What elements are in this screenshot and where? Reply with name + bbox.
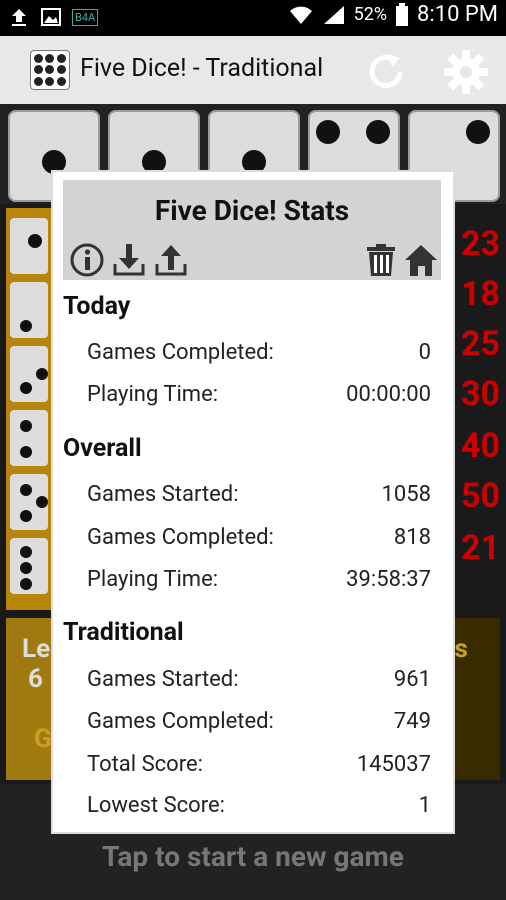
stat-label: Playing Time:: [87, 567, 219, 592]
stat-row: Games Completed: 749: [87, 709, 431, 734]
wifi-icon: [289, 6, 312, 24]
stat-label: Games Completed:: [87, 340, 274, 365]
stat-label: Games Completed:: [87, 525, 274, 550]
stat-row: Total Score: 145037: [87, 752, 431, 777]
stat-label: Lowest Score:: [87, 793, 225, 818]
stat-value: 1058: [381, 482, 431, 507]
clock: 8:10 PM: [417, 2, 498, 27]
stat-label: Games Started:: [87, 667, 239, 692]
stat-row: Lowest Score: 1: [87, 793, 431, 818]
board-die-1: [10, 218, 48, 274]
stat-label: Games Started:: [87, 482, 239, 507]
stat-row: Games Started: 1058: [87, 482, 431, 507]
board-die-4: [10, 410, 48, 466]
upload-notification-icon: [12, 9, 26, 26]
dice-app-icon: [30, 50, 70, 90]
status-bar: B4A 52% 8:10 PM: [0, 0, 506, 36]
stat-label: Total Score:: [87, 752, 203, 777]
section-today-heading: Today: [63, 292, 131, 321]
settings-gear-icon[interactable]: [442, 48, 490, 96]
stat-value: 39:58:37: [346, 567, 431, 592]
stat-value: 0: [418, 340, 431, 365]
section-traditional-heading: Traditional: [63, 618, 184, 647]
stat-value: 1: [418, 793, 431, 818]
dialog-title: Five Dice! Stats: [154, 194, 350, 227]
info-icon[interactable]: [69, 242, 105, 278]
board-die-5: [10, 474, 48, 530]
stat-row: Games Completed: 0: [87, 340, 431, 365]
board-die-6: [10, 538, 48, 594]
stat-value: 749: [393, 709, 431, 734]
battery-percent: 52%: [353, 4, 388, 25]
level-value: 6: [28, 664, 43, 694]
dialog-header: Five Dice! Stats: [63, 180, 441, 280]
stat-row: Games Started: 961: [87, 667, 431, 692]
trash-icon[interactable]: [363, 242, 399, 278]
battery-icon: [396, 2, 409, 26]
app-title: Five Dice! - Traditional: [80, 54, 324, 83]
stat-label: Playing Time:: [87, 382, 219, 407]
stat-value: 00:00:00: [346, 382, 431, 407]
stat-row: Playing Time: 00:00:00: [87, 382, 431, 407]
tap-to-start-label[interactable]: Tap to start a new game: [0, 840, 506, 873]
stat-value: 145037: [356, 752, 431, 777]
stat-value: 961: [393, 667, 431, 692]
stat-label: Games Completed:: [87, 709, 274, 734]
stat-value: 818: [393, 525, 431, 550]
action-bar: Five Dice! - Traditional: [0, 36, 506, 104]
app-notification-badge: B4A: [72, 8, 99, 26]
stat-row: Games Completed: 818: [87, 525, 431, 550]
signal-icon: [323, 5, 344, 24]
home-icon[interactable]: [403, 242, 439, 278]
stats-dialog: Five Dice! Stats Today Games Completed: …: [51, 170, 455, 834]
download-icon[interactable]: [111, 242, 147, 278]
image-notification-icon: [41, 8, 61, 26]
section-overall-heading: Overall: [63, 434, 142, 463]
board-die-2: [10, 282, 48, 338]
refresh-icon[interactable]: [364, 50, 408, 94]
level-label: Le: [22, 634, 51, 664]
game-label: G: [34, 724, 52, 754]
upload-icon[interactable]: [153, 242, 189, 278]
board-die-3: [10, 346, 48, 402]
stat-row: Playing Time: 39:58:37: [87, 567, 431, 592]
